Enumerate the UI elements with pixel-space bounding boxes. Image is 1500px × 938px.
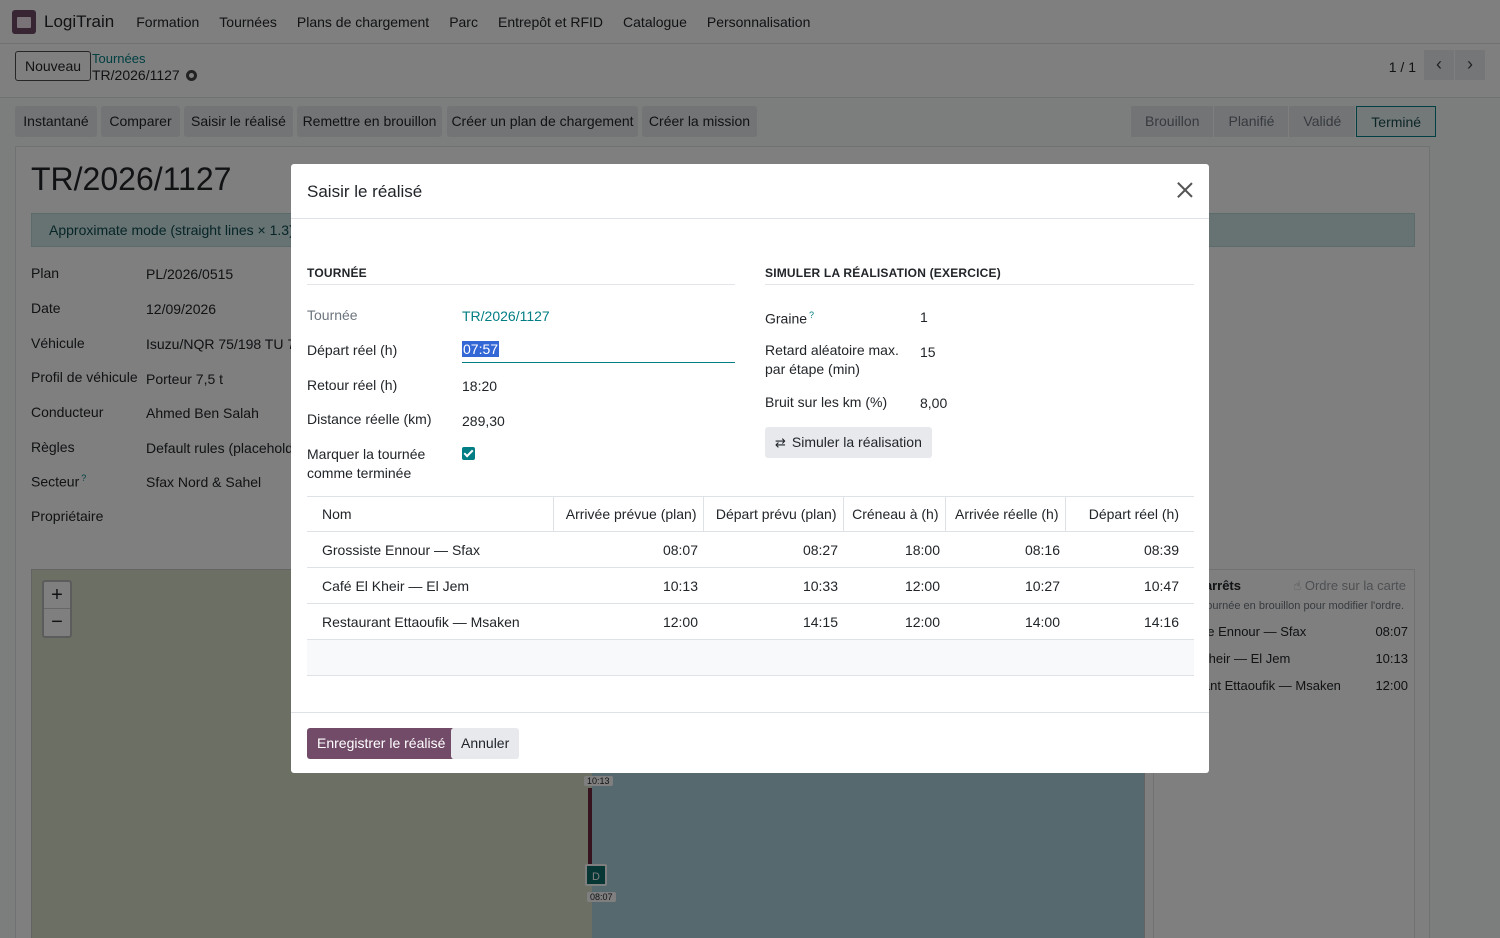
col-header-planned-departure[interactable]: Départ prévu (plan): [702, 496, 843, 532]
retour-input[interactable]: 18:20: [462, 378, 497, 394]
cell-actual-arrival[interactable]: 08:16: [945, 531, 1065, 568]
section-title-tournee: TOURNÉE: [307, 266, 735, 285]
cell-actual-departure[interactable]: 10:47: [1065, 567, 1194, 604]
cancel-button[interactable]: Annuler: [451, 728, 520, 759]
depart-label: Départ réel (h): [307, 342, 398, 358]
empty-cell: [307, 639, 1194, 676]
delay-input[interactable]: 15: [920, 344, 936, 360]
cell-planned-departure: 10:33: [703, 567, 843, 604]
cell-actual-arrival[interactable]: 14:00: [945, 603, 1065, 640]
col-header-name[interactable]: Nom: [307, 496, 553, 532]
cell-planned-arrival: 08:07: [553, 531, 703, 568]
col-header-actual-departure[interactable]: Départ réel (h): [1064, 496, 1194, 532]
shuffle-icon: ⇄: [775, 435, 786, 450]
cell-name: Restaurant Ettaoufik — Msaken: [307, 603, 553, 640]
cell-actual-departure[interactable]: 14:16: [1065, 603, 1194, 640]
simulate-button-label: Simuler la réalisation: [791, 434, 922, 450]
cell-planned-arrival: 10:13: [553, 567, 703, 604]
mark-done-label-1: Marquer la tournée: [307, 446, 426, 462]
table-row[interactable]: Café El Kheir — El Jem 10:13 10:33 12:00…: [307, 567, 1194, 604]
dialog-header: Saisir le réalisé: [291, 164, 1209, 219]
depart-input-value[interactable]: 07:57: [462, 341, 500, 357]
seed-label: Graine?: [765, 306, 814, 329]
tournee-label: Tournée: [307, 307, 358, 323]
section-title-simulate: SIMULER LA RÉALISATION (EXERCICE): [765, 266, 1194, 285]
col-header-slot[interactable]: Créneau à (h): [842, 496, 945, 532]
table-row[interactable]: Restaurant Ettaoufik — Msaken 12:00 14:1…: [307, 603, 1194, 640]
cell-slot: 12:00: [843, 567, 945, 604]
cell-actual-arrival[interactable]: 10:27: [945, 567, 1065, 604]
delay-label-1: Retard aléatoire max.: [765, 342, 899, 358]
distance-input[interactable]: 289,30: [462, 413, 505, 429]
stops-table: Nom Arrivée prévue (plan) Départ prévu (…: [307, 496, 1194, 676]
dialog-footer: Enregistrer le réalisé Annuler: [291, 712, 1209, 773]
close-icon[interactable]: [1175, 180, 1195, 200]
cell-actual-departure[interactable]: 08:39: [1065, 531, 1194, 568]
tournee-link[interactable]: TR/2026/1127: [462, 308, 550, 324]
dialog-title: Saisir le réalisé: [307, 182, 423, 201]
simulate-button[interactable]: ⇄ Simuler la réalisation: [765, 427, 932, 458]
cell-planned-departure: 14:15: [703, 603, 843, 640]
cell-name: Café El Kheir — El Jem: [307, 567, 553, 604]
table-empty-row: [307, 639, 1194, 676]
col-header-planned-arrival[interactable]: Arrivée prévue (plan): [552, 496, 703, 532]
table-row[interactable]: Grossiste Ennour — Sfax 08:07 08:27 18:0…: [307, 531, 1194, 568]
mark-done-label-2: comme terminée: [307, 465, 412, 481]
seed-input[interactable]: 1: [920, 309, 928, 325]
delay-label-2: par étape (min): [765, 361, 860, 377]
cell-planned-arrival: 12:00: [553, 603, 703, 640]
enter-actuals-dialog: Saisir le réalisé TOURNÉE SIMULER LA RÉA…: [291, 164, 1209, 773]
depart-input[interactable]: 07:57: [462, 341, 735, 363]
noise-input[interactable]: 8,00: [920, 395, 947, 411]
col-header-actual-arrival[interactable]: Arrivée réelle (h): [944, 496, 1065, 532]
distance-label: Distance réelle (km): [307, 411, 432, 427]
mark-done-checkbox[interactable]: [462, 447, 475, 460]
cell-name: Grossiste Ennour — Sfax: [307, 531, 553, 568]
save-actuals-button[interactable]: Enregistrer le réalisé: [307, 728, 456, 759]
help-icon[interactable]: ?: [809, 310, 814, 320]
cell-planned-departure: 08:27: [703, 531, 843, 568]
noise-label: Bruit sur les km (%): [765, 394, 888, 410]
cell-slot: 12:00: [843, 603, 945, 640]
retour-label: Retour réel (h): [307, 377, 398, 393]
cell-slot: 18:00: [843, 531, 945, 568]
seed-label-text: Graine: [765, 310, 808, 327]
